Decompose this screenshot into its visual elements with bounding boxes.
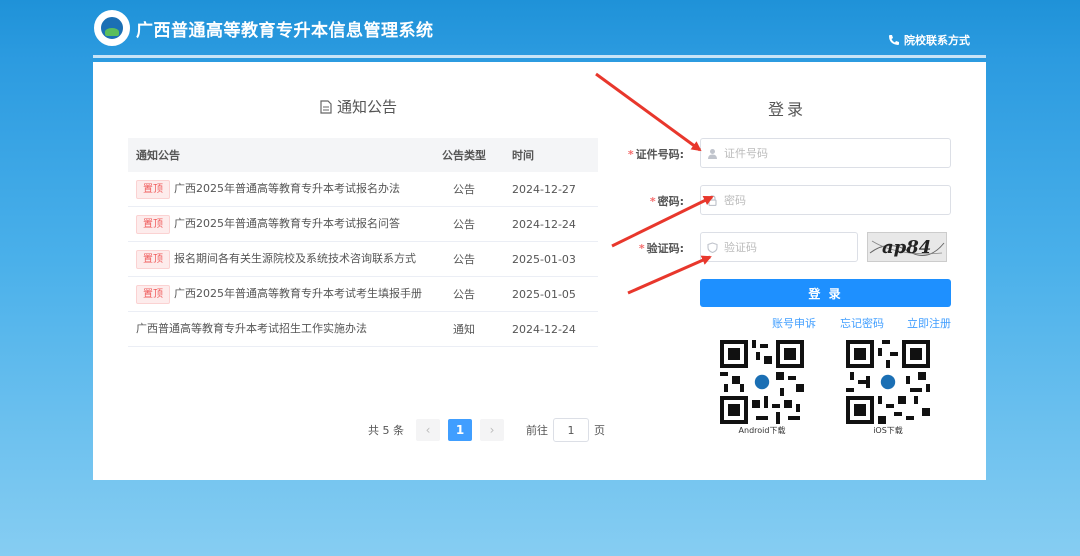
ios-download-label: iOS下载	[873, 426, 903, 435]
notice-date: 2025-01-05	[512, 287, 576, 301]
notice-link[interactable]: 广西2025年普通高等教育专升本考试报名问答	[174, 217, 400, 230]
notice-title-text: 通知公告	[337, 98, 398, 116]
header-divider	[93, 55, 986, 58]
register-link[interactable]: 立即注册	[907, 315, 951, 331]
notice-date: 2024-12-24	[512, 322, 576, 336]
login-button[interactable]: 登 录	[700, 279, 951, 307]
notice-type: 通知	[453, 323, 475, 336]
captcha-image[interactable]: ap84	[867, 232, 947, 262]
goto-page-input[interactable]: 1	[553, 418, 589, 442]
pinned-tag: 置顶	[136, 250, 170, 269]
notice-title: 通知公告	[320, 96, 397, 117]
notice-type: 公告	[453, 253, 475, 266]
notice-link[interactable]: 广西普通高等教育专升本考试招生工作实施办法	[136, 322, 367, 335]
notice-date: 2024-12-24	[512, 217, 576, 231]
page-number-button[interactable]: 1	[448, 419, 472, 441]
table-row[interactable]: 置顶 报名期间各有关生源院校及系统技术咨询联系方式 公告 2025-01-03	[128, 242, 598, 277]
captcha-placeholder: 验证码	[724, 241, 757, 254]
captcha-input[interactable]: 验证码	[700, 232, 858, 262]
captcha-noise-icon: ap84	[869, 237, 945, 258]
notice-table: 通知公告 公告类型 时间 置顶 广西2025年普通高等教育专升本考试报名办法 公告…	[128, 138, 598, 347]
id-number-placeholder: 证件号码	[724, 147, 768, 160]
goto-suffix: 页	[594, 424, 605, 437]
lock-icon	[708, 194, 717, 206]
captcha-text: ap84	[882, 237, 931, 258]
page-header: 广西普通高等教育专升本信息管理系统 院校联系方式	[0, 0, 1080, 62]
id-number-input[interactable]: 证件号码	[700, 138, 951, 168]
forgot-password-link[interactable]: 忘记密码	[840, 315, 884, 331]
school-logo-icon	[94, 10, 130, 46]
password-label: * 密码:	[649, 195, 684, 208]
column-header-title: 通知公告	[136, 149, 180, 162]
document-icon	[320, 99, 332, 114]
prev-page-button[interactable]: ‹	[416, 419, 440, 441]
password-input[interactable]: 密码	[700, 185, 951, 215]
pagination: 共 5 条 ‹ 1 › 前往 1 页	[368, 418, 605, 442]
table-row[interactable]: 置顶 广西2025年普通高等教育专升本考试报名问答 公告 2024-12-24	[128, 207, 598, 242]
table-header: 通知公告 公告类型 时间	[128, 138, 598, 172]
contact-link-label: 院校联系方式	[904, 34, 970, 47]
notice-type: 公告	[453, 288, 475, 301]
user-icon	[708, 148, 717, 159]
notice-link[interactable]: 广西2025年普通高等教育专升本考试考生填报手册	[174, 287, 422, 300]
id-number-label: * 证件号码:	[627, 148, 684, 161]
phone-icon	[889, 35, 899, 45]
android-qr-code-icon	[720, 340, 804, 424]
notice-type: 公告	[453, 218, 475, 231]
ios-qr-code-icon	[846, 340, 930, 424]
table-row[interactable]: 置顶 广西2025年普通高等教育专升本考试报名办法 公告 2024-12-27	[128, 172, 598, 207]
site-title: 广西普通高等教育专升本信息管理系统	[136, 21, 434, 41]
table-row[interactable]: 广西普通高等教育专升本考试招生工作实施办法 通知 2024-12-24	[128, 312, 598, 347]
notice-date: 2024-12-27	[512, 182, 576, 196]
shield-icon	[707, 241, 718, 253]
android-download-label: Android下载	[738, 426, 786, 435]
login-title: 登录	[768, 100, 807, 119]
table-row[interactable]: 置顶 广西2025年普通高等教育专升本考试考生填报手册 公告 2025-01-05	[128, 277, 598, 312]
notice-link[interactable]: 广西2025年普通高等教育专升本考试报名办法	[174, 182, 400, 195]
pinned-tag: 置顶	[136, 215, 170, 234]
pinned-tag: 置顶	[136, 180, 170, 199]
notice-type: 公告	[453, 183, 475, 196]
password-placeholder: 密码	[724, 194, 746, 207]
goto-prefix: 前往	[526, 424, 548, 437]
notice-date: 2025-01-03	[512, 252, 576, 266]
notice-link[interactable]: 报名期间各有关生源院校及系统技术咨询联系方式	[174, 252, 416, 265]
next-page-button[interactable]: ›	[480, 419, 504, 441]
column-header-type: 公告类型	[442, 149, 486, 162]
captcha-label: * 验证码:	[638, 242, 684, 255]
pinned-tag: 置顶	[136, 285, 170, 304]
pagination-total: 共 5 条	[368, 424, 404, 437]
column-header-date: 时间	[512, 149, 534, 162]
contact-link[interactable]: 院校联系方式	[888, 32, 970, 48]
account-appeal-link[interactable]: 账号申诉	[772, 315, 816, 331]
